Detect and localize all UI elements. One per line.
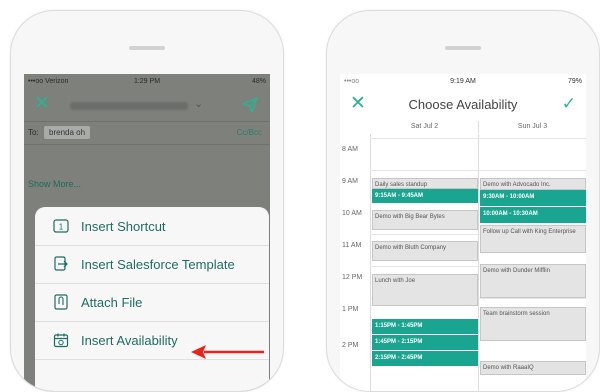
to-field[interactable]: To: brenda oh Cc/Bcc <box>24 121 270 145</box>
carrier-label: •••oo Verizon <box>28 77 69 85</box>
choose-availability-screen: •••oo 9:19 AM 79% ✕ Choose Availability … <box>340 74 586 391</box>
availability-slot[interactable]: 9:15AM - 9:45AM <box>372 189 478 203</box>
svg-text:1: 1 <box>59 223 64 232</box>
availability-slot[interactable]: 1:15PM - 1:45PM <box>372 319 478 334</box>
email-compose-screen: •••oo Verizon 1:29 PM 48% ✕ ⌄ To: brenda… <box>24 74 270 391</box>
calendar-event[interactable]: Demo with RaaaIQ <box>480 361 586 375</box>
highlight-arrow <box>191 345 264 359</box>
hour-label: 11 AM <box>342 242 362 249</box>
battery-label: 48% <box>251 77 266 85</box>
status-bar: •••oo Verizon 1:29 PM 48% <box>24 74 270 88</box>
menu-item-insert-template[interactable]: Insert Salesforce Template <box>35 245 269 284</box>
carrier-label: •••oo <box>344 77 360 85</box>
hour-label: 12 PM <box>342 274 363 281</box>
calendar-icon <box>53 332 69 348</box>
calendar-grid: 8 AM 9 AM 10 AM 11 AM 12 PM 1 PM 2 PM Da… <box>340 134 586 391</box>
calendar-event[interactable]: Demo with Advocado Inc. <box>480 178 586 190</box>
calendar-event[interactable]: Daily sales standup <box>372 178 478 189</box>
hour-label: 1 PM <box>342 306 359 313</box>
status-time: 9:19 AM <box>450 77 476 85</box>
calendar-event[interactable]: Lunch with Joe <box>372 274 478 306</box>
calendar-event[interactable]: Follow up Call with King Enterprise <box>480 225 586 253</box>
calendar-event[interactable]: Team brainstorm session <box>480 307 586 341</box>
speaker <box>129 46 165 50</box>
send-icon[interactable] <box>242 97 258 113</box>
action-sheet: 1 Insert Shortcut Insert Salesforce Temp… <box>35 207 269 391</box>
to-label: To: <box>28 128 39 137</box>
page-title: Choose Availability <box>408 97 518 112</box>
availability-header: ✕ Choose Availability ✓ <box>340 88 586 120</box>
right-phone: •••oo 9:19 AM 79% ✕ Choose Availability … <box>326 10 600 392</box>
calendar-event[interactable]: Demo with Dunder Mifflin <box>480 264 586 298</box>
grid-line <box>370 134 371 391</box>
show-more-link[interactable]: Show More... <box>28 179 81 189</box>
hour-line <box>370 138 586 139</box>
compose-header: ✕ ⌄ <box>24 88 270 120</box>
calendar-event[interactable]: Demo with Big Bear Bytes <box>372 210 478 230</box>
check-icon[interactable]: ✓ <box>562 94 576 114</box>
menu-label: Insert Availability <box>81 332 178 348</box>
hour-label: 2 PM <box>342 342 359 349</box>
hour-label: 8 AM <box>342 146 358 153</box>
recipient-chip[interactable]: brenda oh <box>44 126 91 139</box>
speaker <box>445 46 481 50</box>
battery-label: 79% <box>567 77 582 85</box>
day-header-sun: Sun Jul 3 <box>517 123 548 130</box>
template-icon <box>53 256 69 272</box>
left-phone: •••oo Verizon 1:29 PM 48% ✕ ⌄ To: brenda… <box>10 10 284 392</box>
availability-slot[interactable]: 9:30AM - 10:00AM <box>480 190 586 206</box>
status-bar: •••oo 9:19 AM 79% <box>340 74 586 88</box>
availability-slot[interactable]: 2:15PM - 2:45PM <box>372 351 478 366</box>
availability-slot[interactable]: 10:00AM - 10:30AM <box>480 207 586 223</box>
menu-item-attach-file[interactable]: Attach File <box>35 283 269 322</box>
day-header-sat: Sat Jul 2 <box>410 123 439 130</box>
hour-label: 10 AM <box>342 210 362 217</box>
close-icon[interactable]: ✕ <box>34 93 50 115</box>
cc-bcc-link[interactable]: Cc/Bcc <box>237 128 262 137</box>
shortcut-icon: 1 <box>53 218 69 234</box>
hour-label: 9 AM <box>342 178 358 185</box>
chevron-down-icon[interactable]: ⌄ <box>194 97 203 110</box>
calendar-event[interactable]: Demo with Bluth Company <box>372 241 478 261</box>
availability-slot[interactable]: 1:45PM - 2:15PM <box>372 335 478 350</box>
menu-label: Insert Shortcut <box>81 218 166 234</box>
menu-label: Insert Salesforce Template <box>81 256 235 272</box>
attach-file-icon <box>53 294 69 310</box>
grid-line <box>478 134 479 391</box>
menu-label: Attach File <box>81 294 143 310</box>
hour-line <box>370 170 586 171</box>
menu-item-insert-shortcut[interactable]: 1 Insert Shortcut <box>35 207 269 246</box>
subject-placeholder <box>70 102 188 110</box>
